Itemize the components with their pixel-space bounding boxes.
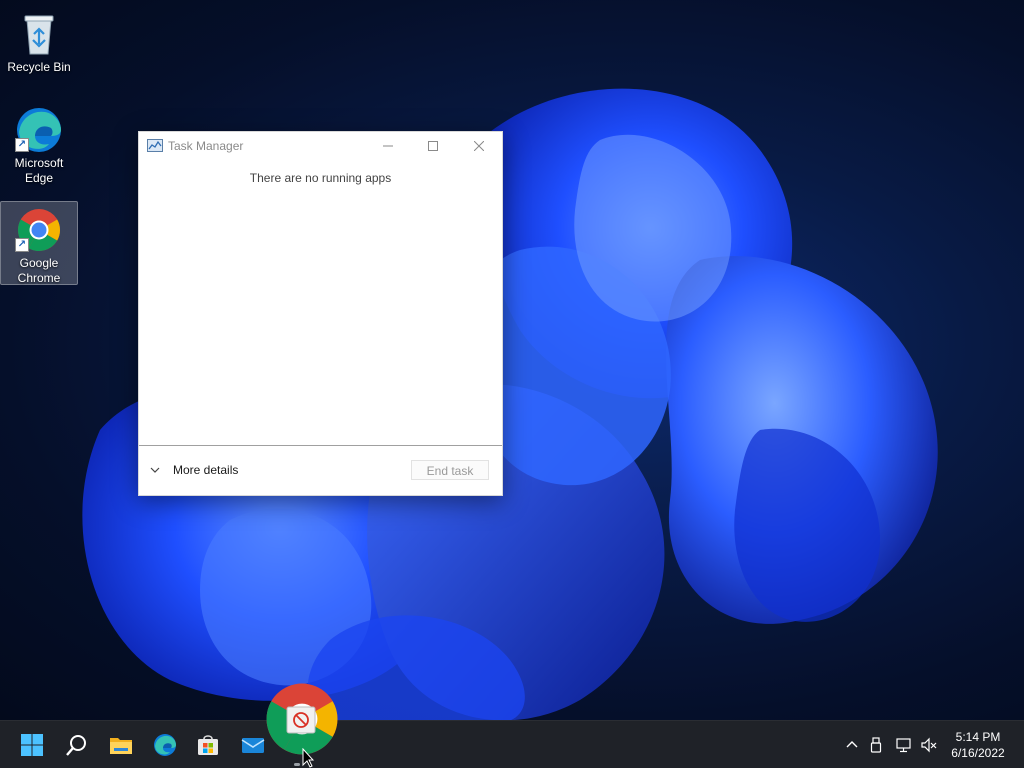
show-hidden-icons-button[interactable] xyxy=(842,735,862,755)
network-icon xyxy=(896,738,911,753)
no-drop-icon xyxy=(286,706,316,734)
system-clock[interactable]: 5:14 PM 6/16/2022 xyxy=(944,729,1012,761)
chevron-down-icon xyxy=(150,467,160,473)
desktop-icon-google-chrome[interactable]: ↗ Google Chrome xyxy=(0,201,78,285)
title-bar[interactable]: Task Manager xyxy=(139,132,502,162)
minimize-icon xyxy=(383,145,393,147)
shortcut-arrow-icon: ↗ xyxy=(15,138,29,152)
edge-icon: ↗ xyxy=(15,106,63,154)
clock-date: 6/16/2022 xyxy=(951,746,1005,760)
volume-tray-button[interactable] xyxy=(919,735,939,755)
task-manager-window[interactable]: Task Manager There are no running apps M… xyxy=(138,131,503,496)
volume-muted-icon xyxy=(921,737,937,753)
clock-time: 5:14 PM xyxy=(955,730,1001,744)
running-indicator xyxy=(294,763,300,766)
chevron-up-icon xyxy=(846,741,858,748)
network-tray-button[interactable] xyxy=(894,735,914,755)
minimize-button[interactable] xyxy=(365,132,411,162)
end-task-button[interactable]: End task xyxy=(411,460,489,480)
divider xyxy=(139,445,502,446)
desktop: Recycle Bin ↗ Microsoft Edge ↗ Google Ch… xyxy=(0,0,1024,720)
start-button[interactable] xyxy=(14,727,50,763)
search-button[interactable] xyxy=(59,727,95,763)
windows-start-icon xyxy=(21,734,43,756)
maximize-button[interactable] xyxy=(410,132,456,162)
more-details-button[interactable]: More details xyxy=(149,458,238,482)
usb-tray-button[interactable] xyxy=(866,735,886,755)
file-explorer-button[interactable] xyxy=(103,727,139,763)
edge-icon xyxy=(154,734,176,756)
window-title: Task Manager xyxy=(168,139,244,153)
search-icon xyxy=(66,735,86,756)
desktop-icon-recycle-bin[interactable]: Recycle Bin xyxy=(1,6,77,75)
microsoft-store-icon xyxy=(198,735,218,755)
close-button[interactable] xyxy=(456,132,502,162)
maximize-icon xyxy=(428,141,438,151)
desktop-icon-label: Microsoft Edge xyxy=(14,156,64,185)
chrome-icon: ↗ xyxy=(15,206,63,254)
mouse-cursor-icon xyxy=(302,748,314,768)
recycle-bin-icon xyxy=(15,10,63,58)
taskbar: 5:14 PM 6/16/2022 xyxy=(0,720,1024,768)
more-details-label: More details xyxy=(173,463,239,477)
microsoft-store-button[interactable] xyxy=(190,727,226,763)
edge-taskbar-button[interactable] xyxy=(147,727,183,763)
desktop-icon-microsoft-edge[interactable]: ↗ Microsoft Edge xyxy=(1,102,77,186)
file-explorer-icon xyxy=(110,738,132,754)
desktop-icon-label: Recycle Bin xyxy=(7,60,71,74)
task-manager-app-icon xyxy=(147,139,163,152)
shortcut-arrow-icon: ↗ xyxy=(15,238,29,252)
close-icon xyxy=(474,141,484,151)
empty-state-message: There are no running apps xyxy=(249,171,392,185)
usb-icon xyxy=(870,737,882,753)
mail-icon xyxy=(241,738,265,753)
desktop-icon-label: Google Chrome xyxy=(17,256,61,285)
